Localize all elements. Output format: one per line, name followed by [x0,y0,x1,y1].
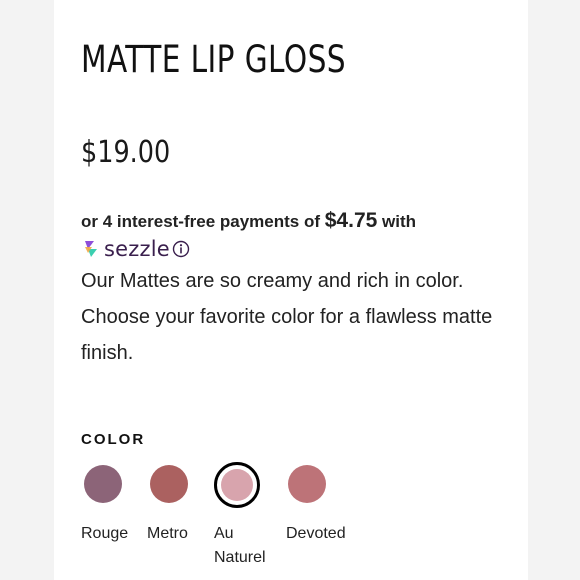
swatch-label-au-naturel-line2: Naturel [214,549,266,566]
installment-text: or 4 interest-free payments of $4.75 wit… [81,208,416,235]
swatch-au-naturel [221,469,253,501]
product-title: MATTE LIP GLOSS [81,38,346,81]
info-circle-icon[interactable] [172,240,190,258]
swatch-label-au-naturel-line1: Au [214,525,234,542]
swatch-rouge[interactable] [84,465,122,503]
swatch-label-metro: Metro [147,525,188,542]
swatch-devoted[interactable] [288,465,326,503]
swatch-label-rouge: Rouge [81,525,129,542]
sezzle-badge[interactable]: sezzle [81,235,190,263]
swatch-label-au-naturel: Au Naturel [214,522,274,570]
sezzle-logo-icon [85,241,97,257]
product-price: $19.00 [81,135,171,170]
color-heading: COLOR [81,431,146,448]
installment-prefix: or 4 interest-free payments of [81,212,325,231]
swatch-label-devoted: Devoted [286,525,346,542]
installment-amount: $4.75 [324,209,378,232]
product-description: Our Mattes are so creamy and rich in col… [81,270,493,364]
swatch-au-naturel-selected[interactable] [214,462,260,508]
swatch-metro[interactable] [150,465,188,503]
installment-suffix: with [377,212,417,231]
sezzle-wordmark: sezzle [104,237,170,261]
